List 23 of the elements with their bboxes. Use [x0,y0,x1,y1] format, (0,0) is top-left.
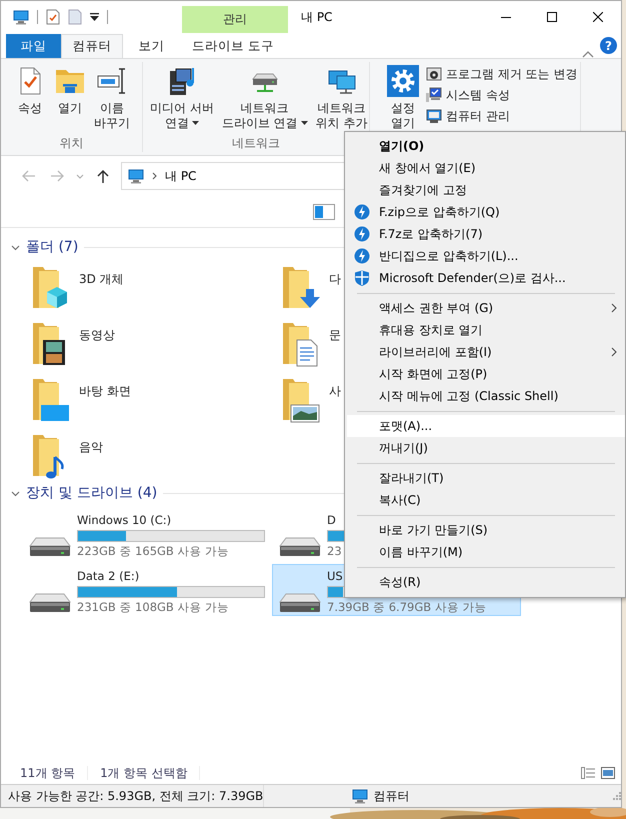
folder-name: 다 [329,271,341,288]
usage-text: 7.39GB 중 6.79GB 사용 가능 [327,599,486,615]
usage-text: 223GB 중 165GB 사용 가능 [77,543,230,559]
location-label: 컴퓨터 [373,788,410,804]
folder-name: 문 [329,327,341,344]
item-count: 11개 항목 [20,764,76,782]
usage-text: 23 [327,543,342,559]
drive-name: D [327,513,336,528]
usage-text: 231GB 중 108GB 사용 가능 [77,599,230,615]
selection-count: 1개 항목 선택함 [100,764,188,782]
drive-name: Windows 10 (C:) [77,513,172,528]
details-text: 사용 가능한 공간: 5.93GB, 전체 크기: 7.39GB [8,788,264,804]
drive-name: Data 2 (E:) [77,569,140,584]
group-label: 네트워크 [231,135,281,152]
group-label: 위치 [58,135,84,152]
folder-name: 3D 개체 [79,271,124,288]
folder-name: 사 [329,383,341,400]
contextual-tab-header: 관리 [182,6,288,33]
folder-name: 바탕 화면 [79,383,131,400]
folder-name: 음악 [79,439,103,456]
drive-name: US [327,569,343,584]
window-title: 내 PC [300,8,332,26]
folder-name: 동영상 [79,327,115,344]
